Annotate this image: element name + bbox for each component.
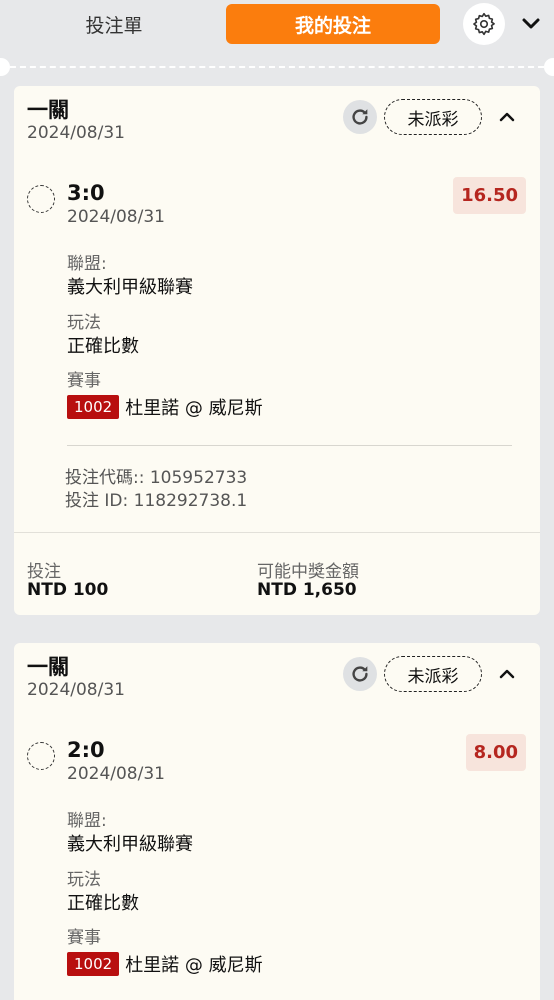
market-label: 玩法: [67, 870, 101, 890]
bet-date: 2024/08/31: [27, 123, 125, 143]
bet-id: 投注 ID: 118292738.1: [65, 491, 248, 511]
selection-date: 2024/08/31: [67, 207, 165, 227]
tab-betslip[interactable]: 投注單: [24, 4, 204, 44]
refresh-button[interactable]: [343, 100, 377, 134]
event-code-badge: 1002: [67, 395, 120, 419]
ticket-divider: [0, 66, 554, 68]
stake-label: 投注: [27, 562, 61, 582]
divider: [67, 445, 512, 446]
event-row: 1002 杜里諾 @ 威尼斯: [67, 393, 263, 421]
odds-badge: 8.00: [465, 734, 526, 771]
bet-date: 2024/08/31: [27, 680, 125, 700]
bet-card: 一關 2024/08/31 未派彩 2:0 2024/08/31 8.00 聯盟…: [14, 643, 540, 1000]
event-name: 杜里諾 @ 威尼斯: [125, 955, 263, 976]
league-label: 聯盟:: [67, 811, 107, 831]
status-badge: 未派彩: [384, 99, 482, 135]
tab-my-bets[interactable]: 我的投注: [226, 4, 440, 44]
event-label: 賽事: [67, 371, 101, 391]
event-code-badge: 1002: [67, 952, 120, 976]
chevron-down-icon: [522, 18, 540, 29]
potential-return-value: NTD 1,650: [257, 580, 357, 600]
market-value: 正確比數: [67, 893, 139, 914]
league-value: 義大利甲級聯賽: [67, 834, 193, 855]
gear-icon: [473, 12, 495, 36]
league-label: 聯盟:: [67, 254, 107, 274]
selection-radio[interactable]: [27, 185, 55, 213]
selection-radio[interactable]: [27, 742, 55, 770]
potential-return-label: 可能中獎金額: [257, 562, 359, 582]
settings-button[interactable]: [463, 3, 505, 45]
refresh-button[interactable]: [343, 657, 377, 691]
ticket-notch-right: [544, 58, 554, 76]
expand-toggle-button[interactable]: [492, 102, 522, 132]
event-name: 杜里諾 @ 威尼斯: [125, 398, 263, 419]
expand-toggle-button[interactable]: [492, 659, 522, 689]
league-value: 義大利甲級聯賽: [67, 277, 193, 298]
bet-code: 投注代碼:: 105952733: [65, 468, 248, 488]
chevron-up-icon: [499, 112, 515, 122]
bet-type-title: 一關: [27, 98, 69, 122]
collapse-button[interactable]: [514, 8, 548, 40]
bet-card: 一關 2024/08/31 未派彩 3:0 2024/08/31 16.50 聯…: [14, 86, 540, 615]
event-label: 賽事: [67, 928, 101, 948]
refresh-icon: [352, 109, 368, 125]
stake-value: NTD 100: [27, 580, 109, 600]
chevron-up-icon: [499, 669, 515, 679]
divider: [14, 532, 540, 533]
status-badge: 未派彩: [384, 656, 482, 692]
market-value: 正確比數: [67, 336, 139, 357]
event-row: 1002 杜里諾 @ 威尼斯: [67, 950, 263, 978]
market-label: 玩法: [67, 313, 101, 333]
odds-badge: 16.50: [453, 177, 526, 214]
selection-name: 2:0: [67, 738, 105, 762]
header: 投注單 我的投注: [0, 0, 554, 48]
bet-type-title: 一關: [27, 655, 69, 679]
refresh-icon: [352, 666, 368, 682]
selection-date: 2024/08/31: [67, 764, 165, 784]
selection-name: 3:0: [67, 181, 105, 205]
